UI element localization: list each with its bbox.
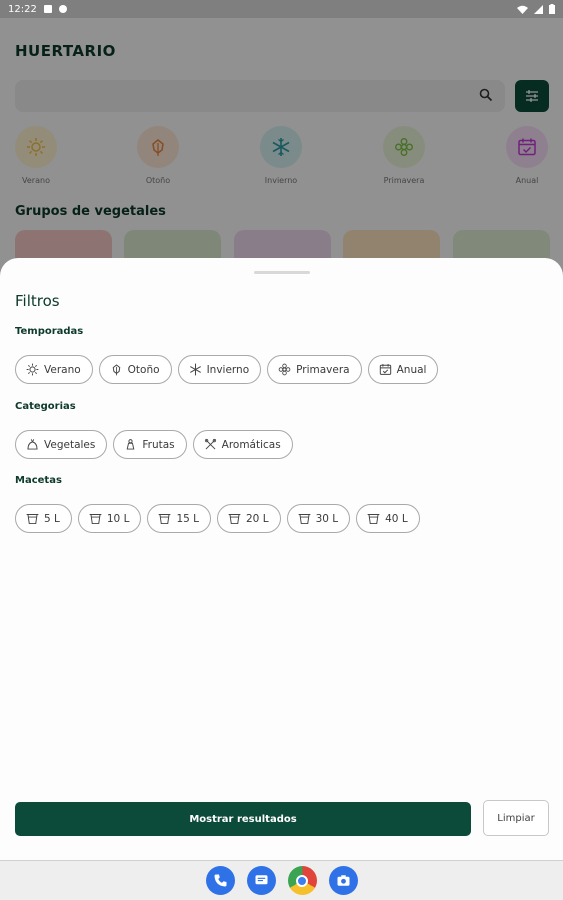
chip-label: 30 L	[315, 512, 339, 525]
pot-icon	[367, 513, 380, 524]
phone-app-icon[interactable]	[205, 866, 235, 895]
chip-label: Aromáticas	[221, 438, 281, 451]
chip-label: 5 L	[44, 512, 60, 525]
battery-icon	[549, 4, 555, 14]
chip-label: Anual	[396, 363, 427, 376]
chip-pot-20[interactable]: 20 L	[217, 504, 281, 533]
herb-icon	[204, 438, 216, 450]
season-chips: Verano Otoño Invierno Primavera Anual	[15, 355, 439, 384]
pot-chips: 5 L 10 L 15 L 20 L 30 L 40 L	[15, 504, 420, 533]
signal-icon	[534, 4, 543, 14]
category-chips: Vegetales Frutas Aromáticas	[15, 430, 293, 459]
status-time: 12:22	[8, 3, 37, 15]
chip-pot-10[interactable]: 10 L	[77, 504, 142, 533]
pot-icon	[298, 513, 310, 524]
dock	[0, 860, 563, 900]
wifi-icon	[517, 5, 528, 14]
pot-icon	[89, 513, 102, 524]
leaf-icon	[112, 364, 120, 376]
chip-aromaticas[interactable]: Aromáticas	[192, 430, 293, 459]
chip-label: 10 L	[106, 512, 130, 525]
chip-label: Invierno	[206, 363, 250, 376]
chip-verano[interactable]: Verano	[15, 355, 93, 384]
pots-section-label: Macetas	[15, 475, 62, 486]
filters-bottom-sheet: Filtros Temporadas Verano Otoño Invierno…	[0, 258, 563, 860]
chip-anual[interactable]: Anual	[367, 355, 439, 384]
categories-section-label: Categorias	[15, 401, 76, 412]
chip-label: Primavera	[296, 363, 350, 376]
sheet-title: Filtros	[15, 292, 60, 310]
vegetable-icon	[27, 439, 38, 450]
pot-icon	[159, 513, 171, 524]
chip-pot-15[interactable]: 15 L	[147, 504, 211, 533]
status-bar: 12:22	[0, 0, 563, 18]
fruit-icon	[127, 439, 135, 450]
notification-icon	[58, 5, 67, 13]
seasons-section-label: Temporadas	[15, 326, 84, 337]
chip-primavera[interactable]: Primavera	[267, 355, 362, 384]
sun-icon	[26, 363, 39, 376]
chip-pot-30[interactable]: 30 L	[286, 504, 351, 533]
chip-label: 15 L	[176, 512, 199, 525]
camera-app-icon[interactable]	[328, 866, 358, 895]
pot-icon	[26, 513, 39, 524]
calendar-icon	[379, 363, 391, 375]
chip-pot-5[interactable]: 5 L	[15, 504, 72, 533]
show-results-button[interactable]: Mostrar resultados	[15, 802, 471, 836]
drag-handle[interactable]	[254, 271, 310, 274]
chip-vegetales[interactable]: Vegetales	[15, 430, 108, 459]
chip-label: Otoño	[127, 363, 160, 376]
notification-icon	[43, 5, 52, 13]
chip-label: Vegetales	[44, 438, 96, 451]
clear-button[interactable]: Limpiar	[483, 800, 549, 836]
pot-icon	[228, 513, 241, 524]
chip-otono[interactable]: Otoño	[98, 355, 172, 384]
chip-pot-40[interactable]: 40 L	[356, 504, 420, 533]
chip-label: Verano	[44, 363, 81, 376]
chip-invierno[interactable]: Invierno	[177, 355, 262, 384]
chip-label: 40 L	[385, 512, 408, 525]
chip-label: 20 L	[246, 512, 269, 525]
chip-label: Frutas	[142, 438, 175, 451]
messages-app-icon[interactable]	[246, 866, 276, 895]
chip-frutas[interactable]: Frutas	[113, 430, 187, 459]
snowflake-icon	[189, 363, 201, 376]
chrome-app-icon[interactable]	[287, 866, 317, 895]
flower-icon	[278, 363, 291, 376]
